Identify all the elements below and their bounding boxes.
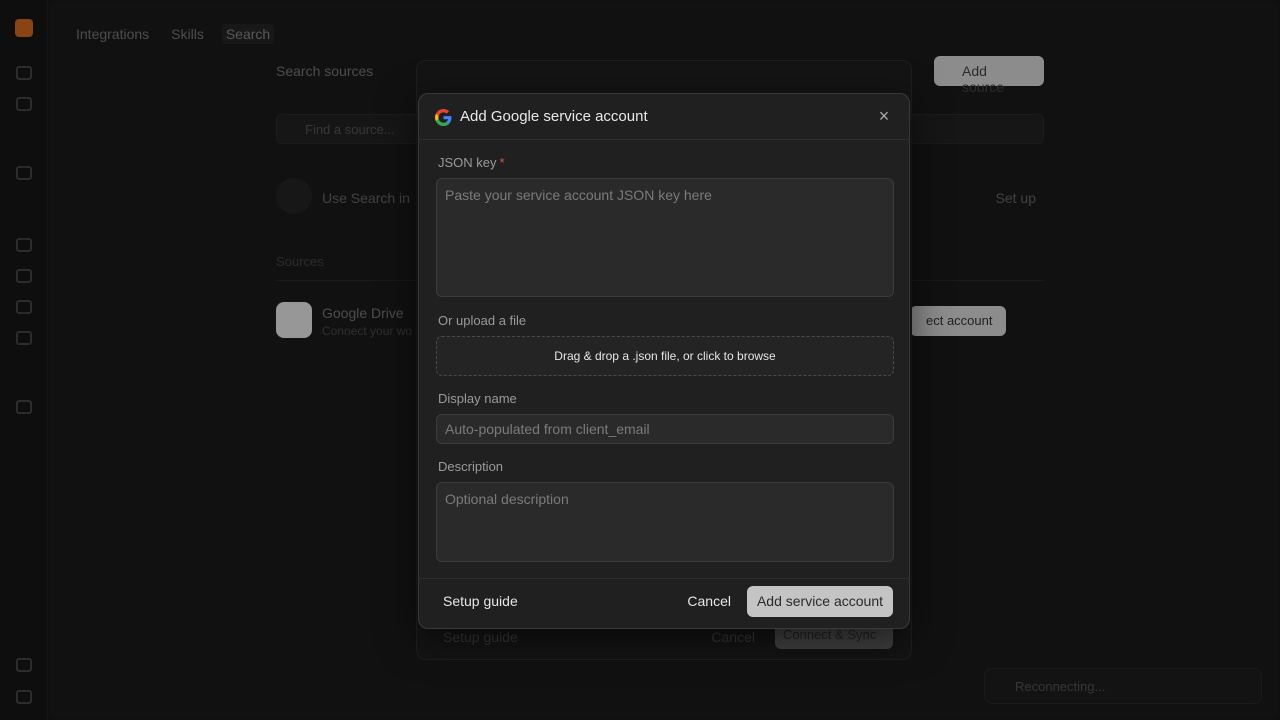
cancel-button[interactable]: Cancel: [687, 593, 731, 609]
display-name-input[interactable]: [436, 414, 894, 444]
close-icon[interactable]: ×: [875, 107, 893, 125]
description-label: Description: [438, 459, 504, 474]
file-dropzone[interactable]: Drag & drop a .json file, or click to br…: [436, 336, 894, 376]
json-key-label: JSON key *: [438, 155, 505, 170]
app-root: Integrations Skills Search Search source…: [0, 0, 1280, 720]
dialog-title: Add Google service account: [460, 108, 648, 125]
dialog-footer: Setup guide Cancel Add service account: [419, 578, 909, 628]
description-textarea[interactable]: [436, 482, 894, 562]
json-key-label-text: JSON key: [438, 155, 497, 170]
display-name-label: Display name: [438, 391, 517, 406]
setup-guide-link[interactable]: Setup guide: [443, 593, 518, 609]
dialog-header: Add Google service account ×: [419, 94, 909, 140]
add-service-account-dialog: Add Google service account × JSON key* O…: [418, 93, 910, 629]
required-marker: *: [499, 155, 505, 170]
upload-label: Or upload a file: [438, 313, 527, 328]
json-key-textarea[interactable]: [436, 178, 894, 297]
google-icon: [435, 109, 452, 126]
add-service-account-button[interactable]: Add service account: [747, 586, 893, 617]
